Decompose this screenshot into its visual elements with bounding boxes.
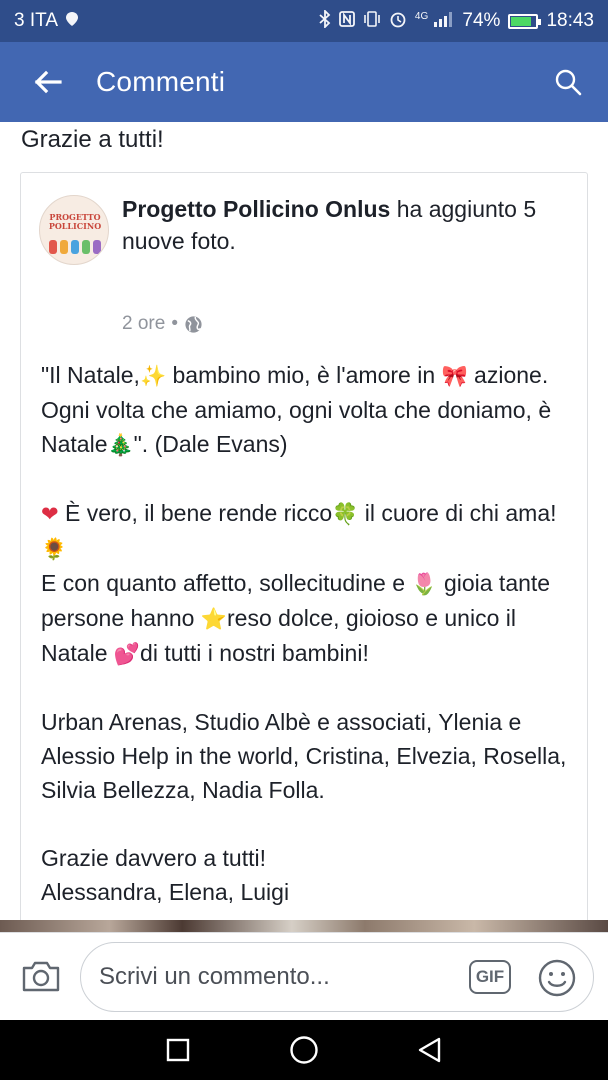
post-text: il cuore di chi ama! (358, 500, 557, 526)
arrow-left-icon (34, 70, 62, 94)
star-emoji: ⭐ (200, 607, 228, 631)
sunflower-emoji: 🌻 (41, 537, 68, 561)
four-leaf-clover-emoji: 🍀 (332, 502, 359, 526)
comment-input[interactable]: Scrivi un commento... GIF (80, 942, 594, 1012)
vibrate-icon (363, 11, 381, 31)
page-title: Commenti (96, 66, 226, 97)
bluetooth-icon (319, 8, 331, 32)
previous-comment-text: Grazie a tutti! (21, 126, 164, 153)
post-paragraph: E con quanto affetto, sollecitudine e 🌷 … (41, 566, 571, 671)
recents-button[interactable] (163, 1035, 193, 1065)
post-text: bambino mio, è l'amore in (166, 362, 442, 388)
camera-button[interactable] (18, 953, 64, 999)
back-button[interactable] (0, 42, 96, 122)
post-paragraph: "Il Natale,✨ bambino mio, è l'amore in 🎀… (41, 358, 571, 462)
avatar-figure (60, 240, 68, 254)
comments-scroll-area[interactable]: Grazie a tutti! PROGETTO POLLICINO Proge… (0, 122, 608, 920)
post-meta: 2 ore • (122, 313, 203, 335)
triangle-back-icon (418, 1037, 441, 1063)
post-time[interactable]: 2 ore (122, 313, 165, 335)
circle-icon (290, 1036, 318, 1064)
location-icon (66, 12, 78, 30)
camera-icon (22, 961, 60, 992)
post-text: ". (Dale Evans) (133, 431, 288, 457)
carrier-label: 3 ITA (14, 10, 58, 31)
two-hearts-emoji: 💕 (113, 642, 141, 666)
system-nav-bar (0, 1020, 608, 1080)
battery-percent: 74% (462, 10, 501, 31)
post-header: Progetto Pollicino Onlus ha aggiunto 5 n… (122, 193, 572, 257)
meta-separator: • (171, 313, 178, 334)
battery-icon (508, 13, 542, 29)
post-paragraph: ❤ È vero, il bene rende ricco🍀 il cuore … (41, 496, 571, 566)
original-post-card[interactable]: PROGETTO POLLICINO Progetto Pollicino On… (20, 172, 588, 920)
globe-icon (185, 315, 202, 333)
post-text: "Il Natale, (41, 362, 140, 388)
status-right: 4G 74% 18:43 (319, 8, 594, 32)
sparkles-emoji: ✨ (139, 364, 167, 388)
app-bar: Commenti (0, 42, 608, 122)
page-name-link[interactable]: Progetto Pollicino Onlus (122, 196, 390, 222)
post-text: di tutti i nostri bambini! (140, 640, 369, 666)
square-icon (166, 1038, 190, 1062)
comment-composer: Scrivi un commento... GIF (0, 932, 608, 1020)
avatar-figure (82, 240, 90, 254)
post-text: È vero, il bene rende ricco (58, 500, 333, 526)
status-bar: 3 ITA 4G 74% 18:43 (0, 0, 608, 42)
comment-placeholder: Scrivi un commento... (99, 963, 330, 990)
post-closing-line: Grazie davvero a tutti! (41, 845, 266, 871)
search-icon (555, 69, 582, 96)
red-heart-emoji: ❤ (41, 502, 59, 526)
avatar-figure (49, 240, 57, 254)
photo-preview-strip[interactable] (0, 920, 608, 932)
gif-button[interactable]: GIF (469, 960, 511, 994)
system-back-button[interactable] (415, 1035, 445, 1065)
post-body: "Il Natale,✨ bambino mio, è l'amore in 🎀… (41, 358, 571, 909)
avatar-figure (93, 240, 101, 254)
post-text: E con quanto affetto, sollecitudine e (41, 570, 412, 596)
search-button[interactable] (528, 42, 608, 122)
smiley-icon[interactable] (537, 958, 577, 998)
signal-icon: 4G (415, 11, 455, 31)
ribbon-emoji: 🎀 (441, 364, 468, 388)
clock: 18:43 (546, 10, 594, 31)
nfc-icon (339, 11, 355, 31)
home-button[interactable] (289, 1035, 319, 1065)
network-label: 4G (414, 11, 429, 22)
avatar-figure (71, 240, 79, 254)
avatar-logo-line2: POLLICINO (48, 221, 102, 231)
alarm-icon (389, 10, 407, 32)
status-left: 3 ITA (14, 10, 78, 32)
tulip-emoji: 🌷 (411, 572, 438, 596)
page-avatar[interactable]: PROGETTO POLLICINO (39, 195, 109, 265)
post-paragraph: Urban Arenas, Studio Albè e associati, Y… (41, 709, 567, 803)
christmas-tree-emoji: 🎄 (107, 433, 134, 457)
post-signature: Alessandra, Elena, Luigi (41, 879, 290, 905)
battery-fill (511, 16, 531, 26)
